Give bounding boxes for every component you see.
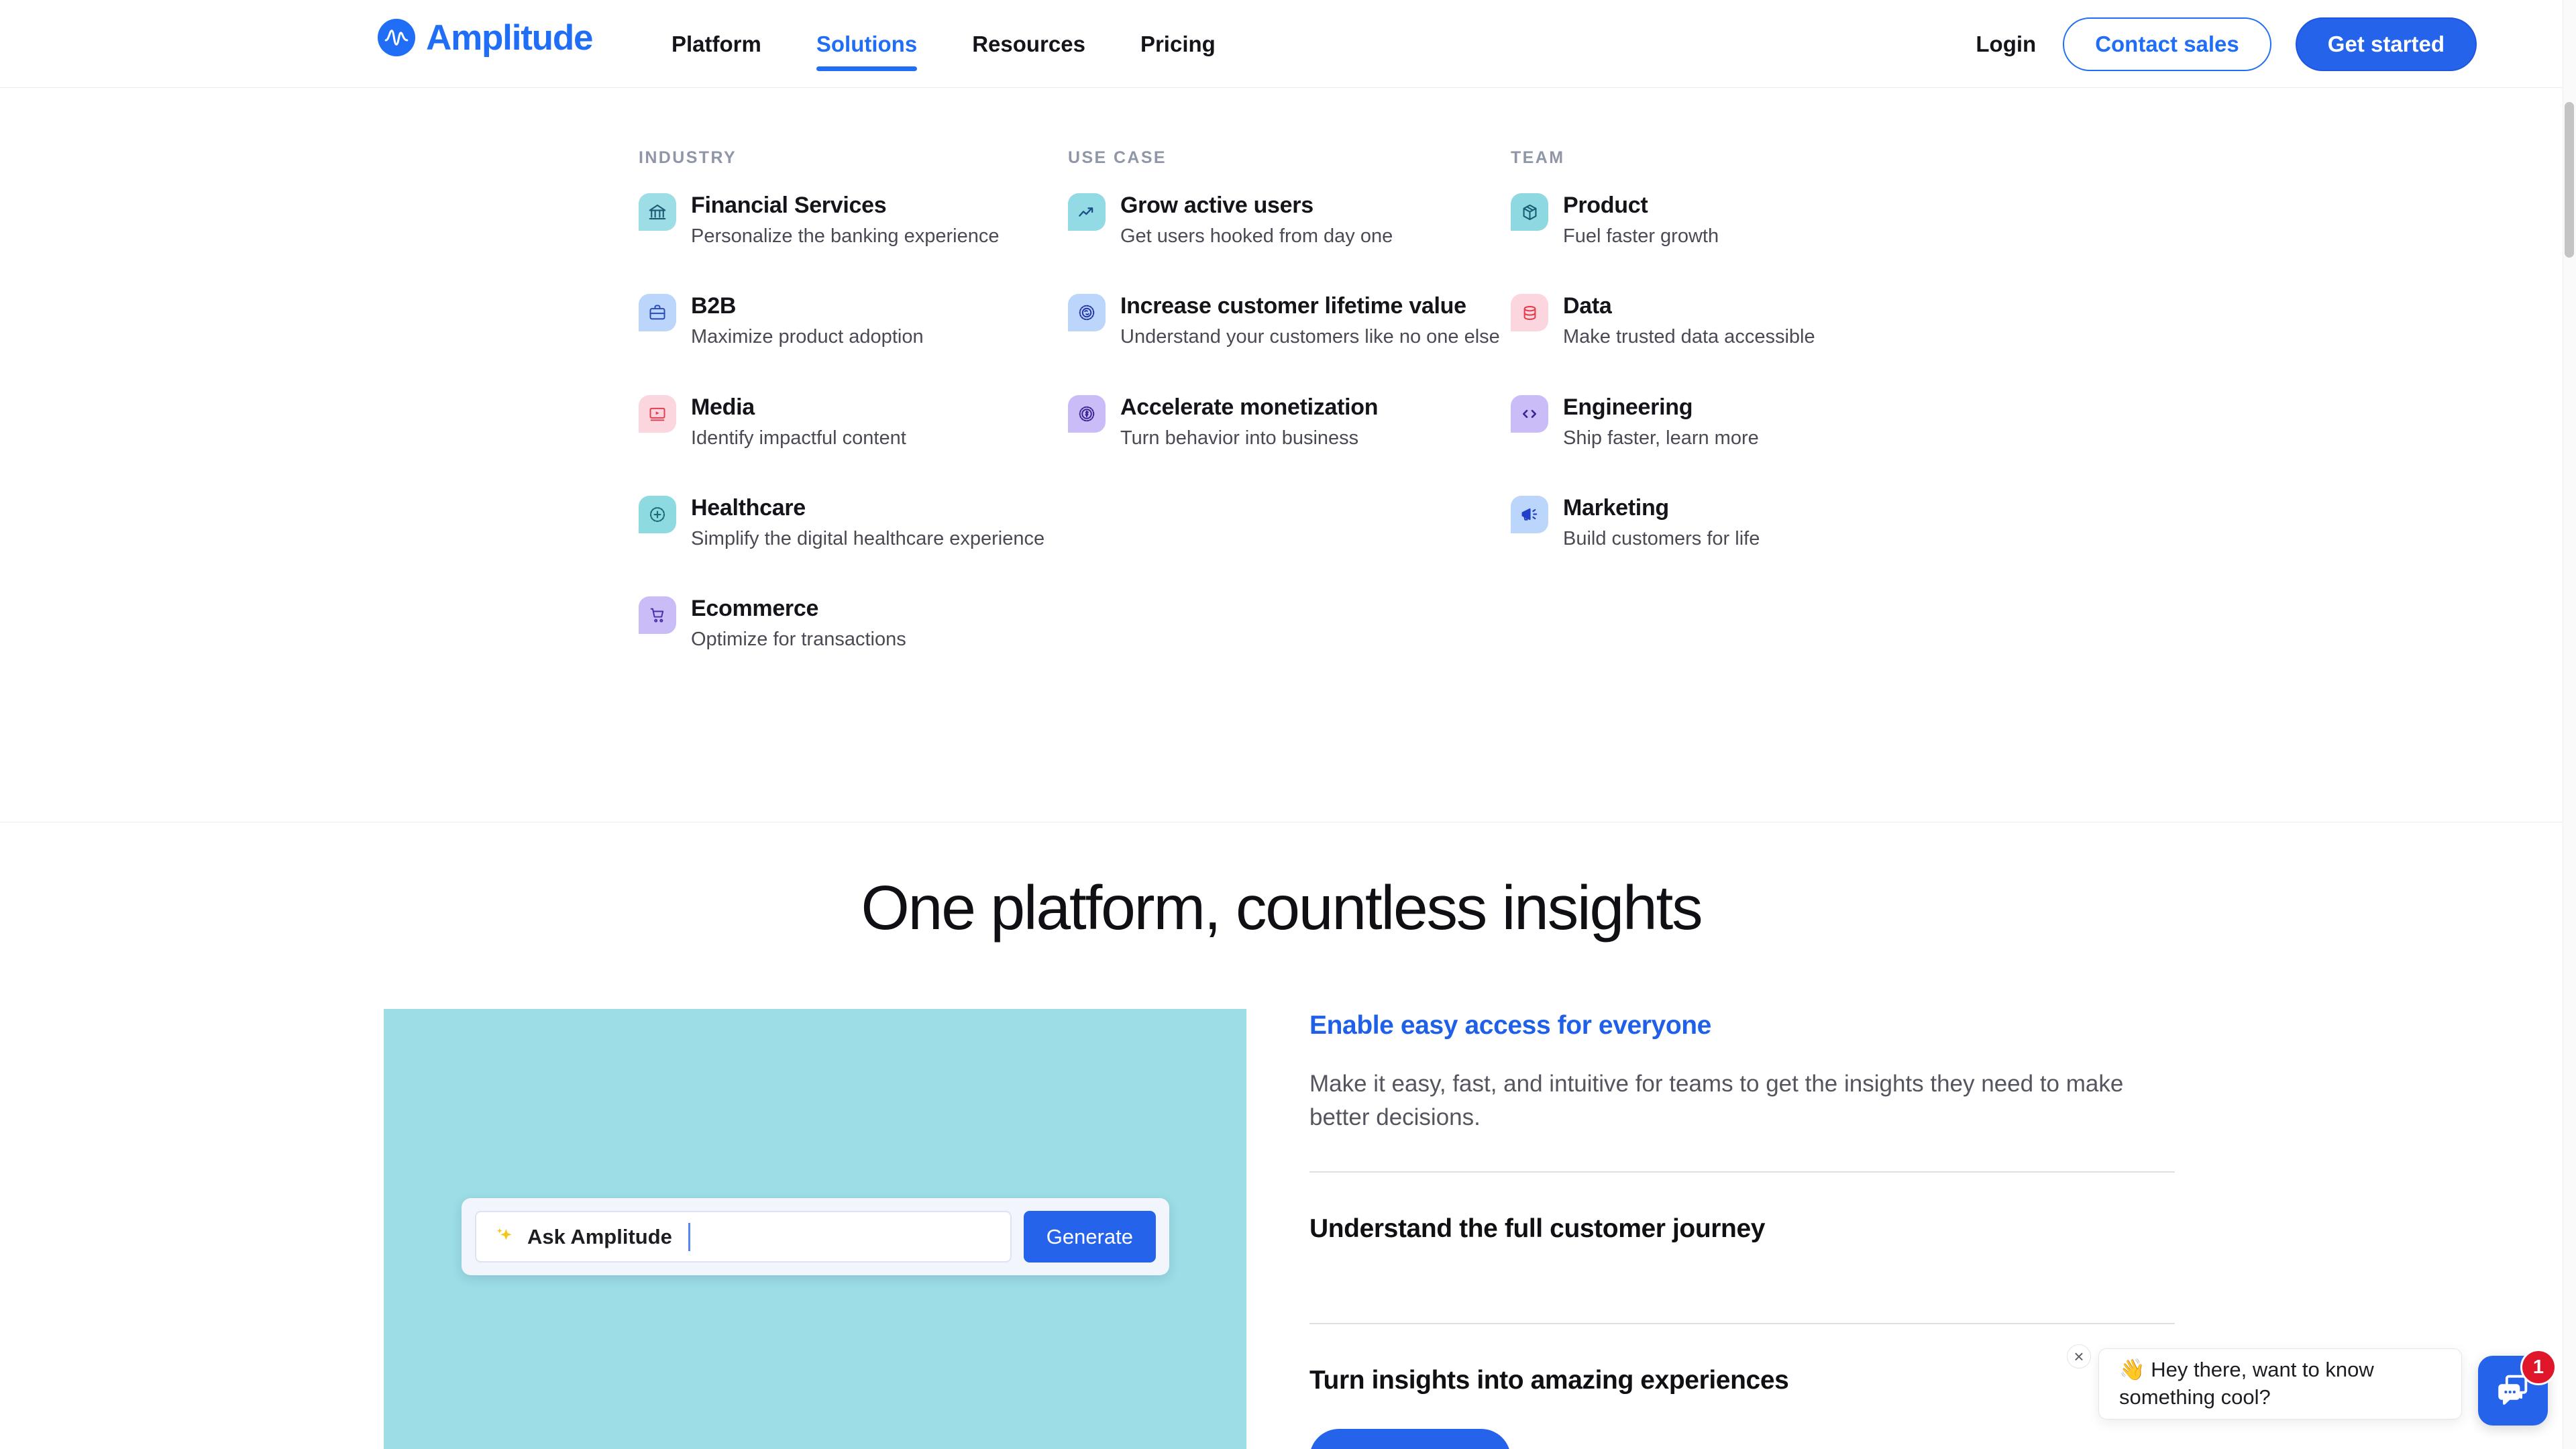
section-title: One platform, countless insights [861,873,1703,943]
media-play-icon [639,394,676,433]
chat-greeting-text: 👋 Hey there, want to know something cool… [2119,1358,2374,1409]
menu-item-engineering[interactable]: Engineering Ship faster, learn more [1511,394,1953,450]
accordion-active-title[interactable]: Enable easy access for everyone [1309,1011,2175,1040]
menu-item-accelerate-monetization[interactable]: Accelerate monetization Turn behavior in… [1068,394,1511,450]
site-header: Amplitude Platform Solutions Resources P… [0,0,2563,88]
nav-item-label: Resources [972,31,1085,56]
column-heading: USE CASE [1068,148,1167,167]
column-heading: INDUSTRY [639,148,737,167]
logo[interactable]: Amplitude [378,17,594,58]
sparkle-icon [492,1225,517,1249]
solutions-megamenu: INDUSTRY Financial Services Personalize … [0,88,2563,822]
megamenu-column-use-case: USE CASE Grow active users Get users hoo… [1068,88,1511,494]
menu-item-title: Engineering [1563,394,1693,420]
menu-item-subtitle: Fuel faster growth [1563,225,1719,248]
menu-item-title: Media [691,394,755,420]
menu-item-subtitle: Get users hooked from day one [1120,225,1393,248]
nav-item-platform[interactable]: Platform [644,0,789,88]
menu-item-title: B2B [691,293,737,319]
menu-item-financial-services[interactable]: Financial Services Personalize the banki… [639,192,1068,248]
menu-item-subtitle: Understand your customers like no one el… [1120,326,1500,348]
logo-text: Amplitude [426,17,594,58]
menu-item-grow-active-users[interactable]: Grow active users Get users hooked from … [1068,192,1511,248]
accordion-cta-button[interactable] [1309,1429,1511,1449]
amplitude-logo-icon [378,19,415,56]
ask-amplitude-input[interactable]: Ask Amplitude [475,1211,1012,1263]
chat-unread-badge: 1 [2520,1349,2557,1385]
briefcase-icon [639,294,676,332]
feature-accordion: Enable easy access for everyone Make it … [1309,1011,2175,1449]
code-icon [1511,394,1548,433]
megaphone-icon [1511,495,1548,533]
menu-item-healthcare[interactable]: Healthcare Simplify the digital healthca… [639,494,1068,551]
bank-icon [639,193,676,231]
nav-item-label: Platform [672,31,761,56]
menu-item-title: Ecommerce [691,596,819,622]
menu-item-subtitle: Optimize for transactions [691,629,906,651]
menu-item-title: Data [1563,293,1612,319]
nav-item-resources[interactable]: Resources [945,0,1113,88]
ask-amplitude-widget: Ask Amplitude Generate [462,1198,1169,1275]
contact-sales-button[interactable]: Contact sales [2063,17,2271,71]
dollar-circle-icon [1068,394,1106,433]
nav-item-label: Solutions [816,31,918,56]
get-started-button[interactable]: Get started [2295,17,2477,71]
menu-item-subtitle: Build customers for life [1563,528,1760,550]
accordion-row-understand-journey[interactable]: Understand the full customer journey [1309,1173,2175,1285]
scrollbar-thumb[interactable] [2565,102,2574,258]
column-heading: TEAM [1511,148,1565,167]
database-icon [1511,294,1548,332]
primary-nav: Platform Solutions Resources Pricing [644,0,1243,88]
accordion-active-body: Make it easy, fast, and intuitive for te… [1309,1071,2124,1130]
nav-item-solutions[interactable]: Solutions [789,0,945,88]
menu-item-subtitle: Simplify the digital healthcare experien… [691,528,1045,550]
header-actions: Login Contact sales Get started [1949,0,2477,88]
menu-item-subtitle: Ship faster, learn more [1563,427,1759,449]
menu-item-title: Healthcare [691,494,806,521]
refresh-circle-icon [1068,294,1106,332]
menu-item-title: Grow active users [1120,193,1313,218]
text-caret [688,1222,690,1251]
menu-item-subtitle: Identify impactful content [691,427,906,449]
menu-item-subtitle: Make trusted data accessible [1563,326,1815,348]
box-icon [1511,193,1548,231]
menu-item-media[interactable]: Media Identify impactful content [639,394,1068,450]
shopping-cart-icon [639,596,676,635]
menu-item-ecommerce[interactable]: Ecommerce Optimize for transactions [639,595,1068,651]
menu-item-b2b[interactable]: B2B Maximize product adoption [639,292,1068,349]
generate-button[interactable]: Generate [1023,1211,1156,1263]
menu-item-title: Product [1563,193,1648,218]
megamenu-column-industry: INDUSTRY Financial Services Personalize … [639,88,1068,696]
nav-item-label: Pricing [1140,31,1216,56]
accordion-row-turn-insights[interactable]: Turn insights into amazing experiences [1309,1324,2175,1437]
menu-item-product[interactable]: Product Fuel faster growth [1511,192,1953,248]
trend-up-icon [1068,193,1106,231]
menu-item-title: Increase customer lifetime value [1120,293,1466,319]
chat-greeting-bubble[interactable]: 👋 Hey there, want to know something cool… [2098,1348,2462,1419]
menu-item-title: Accelerate monetization [1120,394,1379,420]
menu-item-data[interactable]: Data Make trusted data accessible [1511,292,1953,349]
login-link[interactable]: Login [1949,32,2063,57]
menu-item-subtitle: Turn behavior into business [1120,427,1359,449]
megamenu-column-team: TEAM Product Fuel faster growth Data Mak… [1511,88,1953,595]
health-plus-icon [639,495,676,533]
chat-close-icon[interactable]: × [2067,1344,2091,1368]
menu-item-marketing[interactable]: Marketing Build customers for life [1511,494,1953,551]
nav-item-pricing[interactable]: Pricing [1113,0,1243,88]
menu-item-subtitle: Maximize product adoption [691,326,924,348]
menu-item-increase-customer-lifetime-value[interactable]: Increase customer lifetime value Underst… [1068,292,1511,349]
menu-item-title: Financial Services [691,193,887,218]
ask-amplitude-label: Ask Amplitude [527,1224,672,1248]
menu-item-subtitle: Personalize the banking experience [691,225,1000,248]
menu-item-title: Marketing [1563,494,1669,521]
